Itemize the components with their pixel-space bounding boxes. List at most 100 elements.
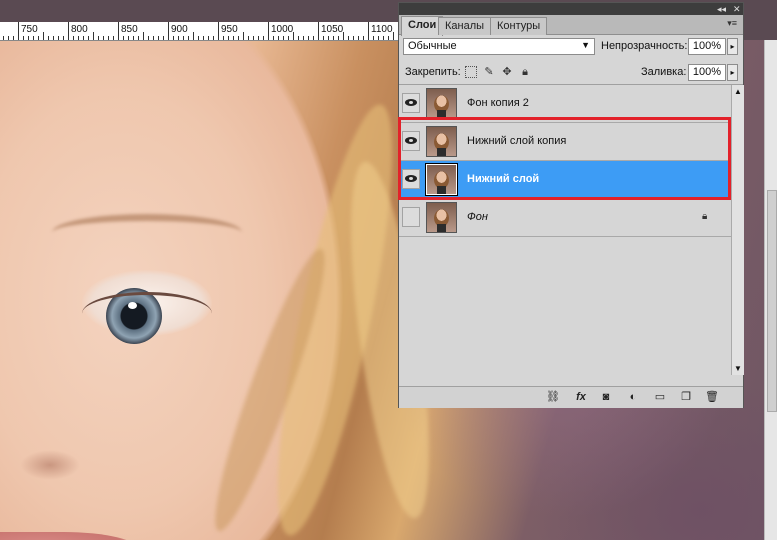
ruler-tick [168,22,169,40]
horizontal-ruler[interactable]: 750 800 850 900 950 1000 1050 1100 [0,22,400,41]
new-layer-icon[interactable]: ❐ [679,390,693,404]
ruler-tick [73,36,74,40]
tab-layers[interactable]: Слои [401,16,444,36]
ruler-label: 850 [121,24,138,35]
lock-image-brush-icon[interactable]: ✎ [483,66,495,78]
eyelashes [82,292,212,335]
blend-row: Обычные ▼ Непрозрачность: 100% ▸ [399,35,743,59]
ruler-tick [33,36,34,40]
ruler-tick [268,22,269,40]
ruler-tick [258,36,259,40]
ruler-tick [308,36,309,40]
ruler-tick [98,36,99,40]
ruler-tick [363,36,364,40]
scrollbar-thumb[interactable] [767,190,777,412]
ruler-tick [213,36,214,40]
scroll-up-icon[interactable]: ▲ [734,87,742,96]
tab-paths[interactable]: Контуры [490,17,548,35]
ruler-tick [228,36,229,40]
lips [0,532,140,540]
ruler-tick [138,36,139,40]
ruler-tick [208,36,209,40]
layer-name: Фон копия 2 [467,97,529,109]
ruler-tick [43,32,44,40]
ruler-tick [338,36,339,40]
panel-menu-icon[interactable]: ▾≡ [727,18,737,29]
add-mask-icon[interactable]: ◙ [599,390,613,404]
ruler-tick [108,36,109,40]
ruler-label: 1000 [271,24,294,35]
ruler-label: 750 [21,24,38,35]
close-icon[interactable]: ✕ [733,3,741,15]
adjustment-layer-icon[interactable]: ◐ [625,390,641,404]
lock-position-move-icon[interactable]: ✥ [501,66,513,78]
ruler-tick [368,22,369,40]
chevron-down-icon: ▼ [581,40,590,50]
panel-title-bar[interactable]: ◂◂ ✕ [399,3,743,15]
panel-tabs: Слои Каналы Контуры ▾≡ [399,15,743,36]
ruler-tick [63,36,64,40]
ruler-tick [273,36,274,40]
ruler-label: 900 [171,24,188,35]
layers-scrollbar[interactable]: ▲ ▼ [731,85,744,375]
ruler-label: 950 [221,24,238,35]
layers-bottom-toolbar: ⛓ fx ◙ ◐ ▭ ❐ 🗑︎ [399,386,743,408]
ruler-tick [68,22,69,40]
opacity-slider-arrow-icon[interactable]: ▸ [727,38,738,55]
canvas-vertical-scrollbar[interactable] [764,40,777,540]
ruler-tick [253,36,254,40]
ruler-tick [8,36,9,40]
ruler-tick [313,36,314,40]
tab-channels[interactable]: Каналы [438,17,492,35]
ruler-tick [188,36,189,40]
ruler-tick [278,36,279,40]
ruler-tick [383,36,384,40]
ruler-tick [173,36,174,40]
fx-icon[interactable]: fx [572,390,590,404]
ruler-tick [58,36,59,40]
ruler-tick [158,36,159,40]
eye-icon [405,99,417,106]
trash-icon[interactable]: 🗑︎ [705,390,719,404]
ruler-tick [238,36,239,40]
ruler-label: 1100 [371,24,393,35]
link-layers-icon[interactable]: ⛓ [544,390,562,404]
visibility-toggle[interactable] [402,93,420,113]
ruler-tick [373,36,374,40]
lock-row: Закрепить: ✎ ✥ 🔒︎ Заливка: 100% ▸ [399,60,743,85]
ruler-tick [78,36,79,40]
opacity-field[interactable]: 100% [688,38,726,55]
lock-label: Закрепить: [405,66,461,78]
ruler-tick [353,36,354,40]
new-group-icon[interactable]: ▭ [653,390,667,404]
blend-mode-select[interactable]: Обычные ▼ [403,38,595,55]
ruler-tick [198,36,199,40]
ruler-tick [183,36,184,40]
layer-row[interactable]: Фон 🔒︎ [399,199,731,237]
ruler-tick [388,36,389,40]
ruler-tick [18,22,19,40]
ruler-tick [113,36,114,40]
ruler-tick [143,32,144,40]
ruler-tick [153,36,154,40]
lock-transparency-icon[interactable] [465,66,477,78]
fill-label: Заливка: [641,66,687,78]
collapse-icon[interactable]: ◂◂ [717,3,726,15]
fill-field[interactable]: 100% [688,64,726,81]
ruler-tick [83,36,84,40]
ruler-tick [358,36,359,40]
ruler-tick [133,36,134,40]
ruler-tick [263,36,264,40]
ruler-tick [163,36,164,40]
lock-icon: 🔒︎ [702,211,708,222]
scroll-down-icon[interactable]: ▼ [734,364,742,373]
ruler-tick [223,36,224,40]
ruler-tick [318,22,319,40]
visibility-toggle[interactable] [402,207,420,227]
eyebrow [52,214,242,251]
fill-slider-arrow-icon[interactable]: ▸ [727,64,738,81]
ruler-tick [348,36,349,40]
lock-all-padlock-icon[interactable]: 🔒︎ [519,66,531,78]
ruler-tick [148,36,149,40]
ruler-tick [123,36,124,40]
